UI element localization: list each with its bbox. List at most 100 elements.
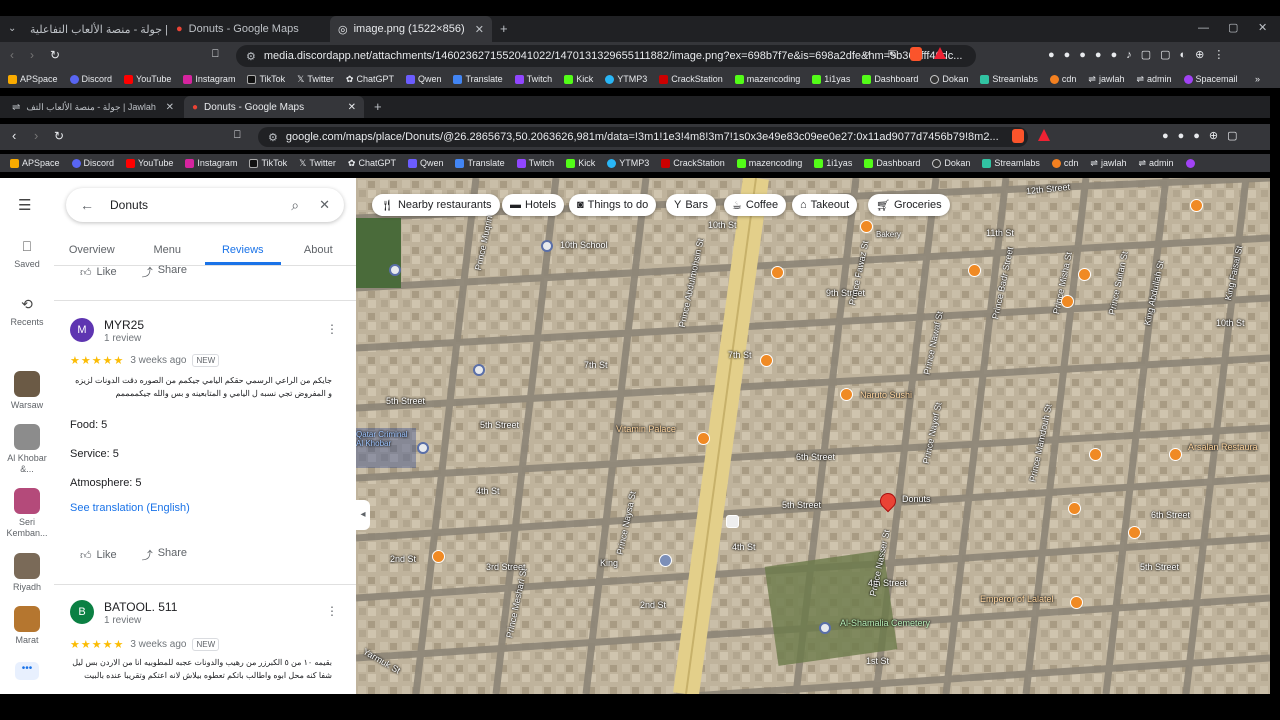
close-tab-icon[interactable]: ✕ (166, 102, 174, 113)
bookmark-chatgpt[interactable]: ✿ ChatGPT (346, 74, 394, 85)
poi-label-cemetery[interactable]: Al-Shamalia Cemetery (840, 618, 930, 628)
bank-marker-icon[interactable] (659, 554, 672, 567)
inner-tab-maps[interactable]: ● Donuts - Google Maps ✕ (184, 96, 364, 118)
bookmark-streamlabs[interactable]: Streamlabs (982, 158, 1040, 168)
recent-place-al-khobar[interactable]: Al Khobar &... (0, 424, 54, 475)
bookmark-kick[interactable]: Kick (566, 158, 595, 168)
see-translation-link[interactable]: See translation (English) (70, 502, 190, 514)
poi-label-arsalan[interactable]: Arsalan Restaura (1188, 442, 1258, 452)
bookmark-youtube[interactable]: YouTube (124, 74, 171, 84)
chip-things-to-do[interactable]: ◙ Things to do (569, 194, 657, 216)
poi-label-emperor[interactable]: Emperor of Lalatel (980, 594, 1054, 604)
bookmark-qwen[interactable]: Qwen (405, 74, 441, 84)
bookmark-ytmp3[interactable]: YTMP3 (607, 158, 649, 168)
bookmark-twitter[interactable]: 𝕏 Twitter (299, 158, 336, 169)
brave-shield-icon[interactable] (1012, 129, 1024, 143)
poi-marker-icon[interactable] (473, 364, 485, 376)
bookmark-twitter[interactable]: 𝕏 Twitter (297, 74, 334, 85)
bookmark-apspace[interactable]: APSpace (10, 158, 60, 168)
bookmark-tiktok[interactable]: TikTok (247, 74, 285, 84)
restaurant-marker-icon[interactable] (1078, 268, 1091, 281)
minimize-icon[interactable]: — (1198, 22, 1209, 34)
new-tab-icon[interactable]: + (374, 99, 382, 114)
restaurant-marker-icon[interactable] (968, 264, 981, 277)
close-window-icon[interactable]: ✕ (1258, 21, 1267, 34)
more-places-icon[interactable]: ••• (15, 662, 39, 680)
forward-icon[interactable]: › (30, 48, 34, 62)
bookmark-youtube[interactable]: YouTube (126, 158, 173, 168)
outer-tab-jawlah[interactable]: Jawlah | جولة - منصة الألعاب التفاعلية (22, 16, 167, 42)
more-vert-icon[interactable]: ⋮ (326, 604, 338, 618)
poi-label-donuts[interactable]: Donuts (902, 494, 931, 504)
like-button[interactable]: 👍︎ Like (80, 549, 117, 562)
poi-label-vitamin-palace[interactable]: Vitamin Palace (616, 424, 676, 434)
extension-icons[interactable]: ●●●●●♪▢▢◐⊕⋮ (1048, 48, 1233, 61)
search-box[interactable]: ← Donuts ⌕ ✕ (66, 188, 344, 222)
restaurant-marker-icon[interactable] (432, 550, 445, 563)
bookmark-mazencoding[interactable]: mazencoding (736, 158, 802, 168)
zoom-icon[interactable]: ⌕ (864, 48, 870, 61)
bookmark-crackstation[interactable]: CrackStation (659, 74, 723, 84)
back-arrow-icon[interactable]: ← (80, 197, 94, 213)
restaurant-marker-icon[interactable] (1070, 596, 1083, 609)
chip-groceries[interactable]: 🛒︎ Groceries (868, 194, 950, 216)
new-tab-icon[interactable]: + (500, 21, 508, 36)
search-input[interactable]: Donuts (110, 198, 291, 212)
reload-icon[interactable]: ↻ (54, 129, 64, 143)
bookmark-crackstation[interactable]: CrackStation (661, 158, 725, 168)
bookmark-chatgpt[interactable]: ✿ ChatGPT (348, 158, 396, 169)
share-button[interactable]: ⤴ Share (142, 264, 187, 280)
like-button[interactable]: 👍︎ Like (80, 266, 117, 279)
bookmark-icon[interactable]: ⎕ (212, 48, 219, 61)
poi-label-bakery[interactable]: Bakery (876, 230, 901, 239)
bookmark-translate[interactable]: Translate (455, 158, 505, 168)
poi-label-10th-school[interactable]: 10th School (560, 240, 608, 250)
bookmark-instagram[interactable]: Instagram (185, 158, 237, 168)
inner-tab-jawlah[interactable]: ⇌ Jawlah | جولة - منصة الألعاب التف ✕ (4, 96, 182, 118)
bookmark-dashboard[interactable]: Dashboard (864, 158, 920, 168)
close-tab-icon[interactable]: ✕ (475, 23, 484, 36)
bookmark-instagram[interactable]: Instagram (183, 74, 235, 84)
bookmark-translate[interactable]: Translate (453, 74, 503, 84)
tab-search-icon[interactable]: ⌄ (8, 23, 16, 34)
bookmark-ytmp3[interactable]: YTMP3 (605, 74, 647, 84)
restaurant-marker-icon[interactable] (1068, 502, 1081, 515)
brave-rewards-icon[interactable] (1038, 129, 1050, 141)
restaurant-marker-icon[interactable] (697, 432, 710, 445)
bookmark-jawlah[interactable]: ⇌ jawlah (1088, 74, 1124, 85)
reviewer-name[interactable]: BATOOL. 511 (104, 600, 177, 614)
back-icon[interactable]: ‹ (12, 128, 16, 143)
bookmark-mazencoding[interactable]: mazencoding (734, 74, 800, 84)
restaurant-marker-icon[interactable] (1089, 448, 1102, 461)
chip-hotels[interactable]: ▬ Hotels (502, 194, 565, 216)
outer-tab-image[interactable]: ◎ image.png (1522×856) ✕ (330, 16, 492, 42)
poi-label-naruto-sushi[interactable]: Naruto Sushi (860, 390, 912, 400)
cemetery-marker-icon[interactable] (819, 622, 831, 634)
more-bookmarks-icon[interactable]: » (1255, 74, 1260, 84)
search-icon[interactable]: ⌕ (291, 197, 299, 214)
tab-menu[interactable]: Menu (130, 236, 206, 265)
bookmark-dashboard[interactable]: Dashboard (862, 74, 918, 84)
bookmark-discord[interactable]: Discord (69, 74, 112, 84)
recent-place-riyadh[interactable]: Riyadh (0, 553, 54, 592)
poi-marker-icon[interactable] (389, 264, 401, 276)
school-marker-icon[interactable] (541, 240, 553, 252)
chip-nearby-restaurants[interactable]: 🍴︎ Nearby restaurants (372, 194, 500, 216)
bookmark-jawlah[interactable]: ⇌ jawlah (1090, 158, 1126, 169)
bookmark-qwen[interactable]: Qwen (407, 158, 443, 168)
poi-label-qatar[interactable]: Qatar Criminal Al Khobar (356, 430, 412, 448)
bookmark-dokan[interactable]: Dokan (932, 158, 970, 168)
more-vert-icon[interactable]: ⋮ (326, 322, 338, 336)
reviewer-name[interactable]: MYR25 (104, 318, 144, 332)
chip-bars[interactable]: Y Bars (666, 194, 716, 216)
back-icon[interactable]: ‹ (10, 48, 14, 62)
bookmark-streamlabs[interactable]: Streamlabs (980, 74, 1038, 84)
forward-icon[interactable]: › (34, 128, 38, 143)
tab-reviews[interactable]: Reviews (205, 236, 281, 265)
extension-icons[interactable]: ●●●⊕▢ (1162, 129, 1247, 142)
recent-place-marat[interactable]: Marat (0, 606, 54, 645)
restaurant-marker-icon[interactable] (1169, 448, 1182, 461)
bookmark-icon[interactable]: ⎕ (234, 129, 241, 142)
avatar[interactable]: B (70, 600, 94, 624)
recents-button[interactable]: ⟲ Recents (0, 296, 54, 327)
